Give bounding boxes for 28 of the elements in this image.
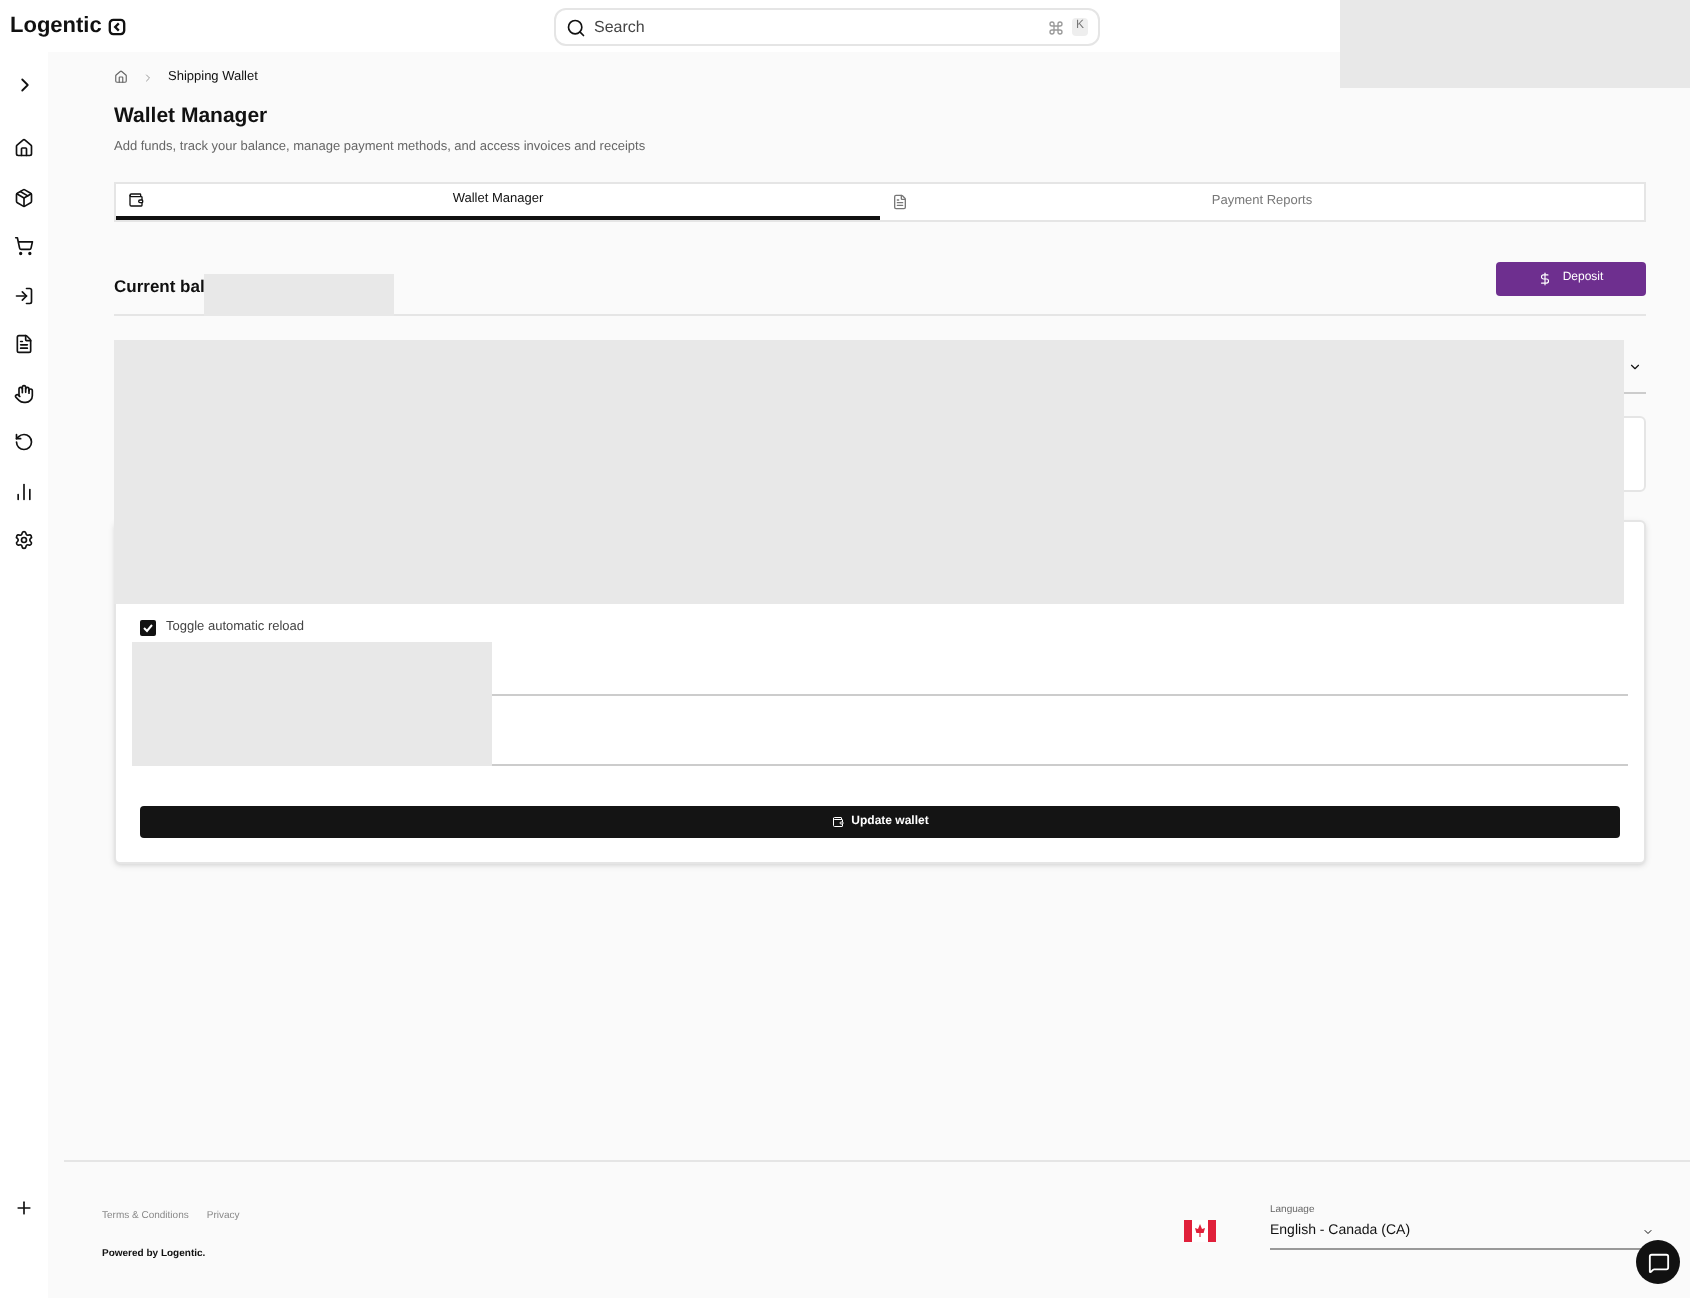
hand-icon[interactable] — [14, 383, 34, 403]
page-title: Wallet Manager — [114, 101, 270, 132]
collapse-icon — [107, 17, 126, 35]
caret-icon — [1642, 1225, 1654, 1238]
balance-label: Current bal — [114, 274, 205, 301]
flag-icon — [1184, 1220, 1216, 1242]
checkbox[interactable] — [140, 620, 156, 637]
login-icon[interactable] — [14, 285, 34, 305]
bar-chart-icon[interactable] — [14, 481, 34, 501]
breadcrumb-separator-icon — [142, 71, 154, 84]
dollar-icon — [1538, 272, 1553, 287]
document-icon[interactable] — [14, 334, 34, 354]
chat-button[interactable] — [1636, 1240, 1680, 1284]
chat-icon — [1647, 1251, 1669, 1273]
dropdown-caret-icon[interactable] — [1628, 360, 1642, 375]
add-icon[interactable] — [14, 1198, 34, 1218]
undo-icon[interactable] — [14, 432, 34, 452]
wallet-icon — [831, 816, 844, 828]
search-icon — [566, 17, 586, 37]
document-icon — [892, 194, 908, 211]
box-icon[interactable] — [14, 187, 34, 207]
search-input[interactable]: Search — [594, 15, 1040, 39]
command-key-icon — [1047, 19, 1064, 35]
settings-icon[interactable] — [14, 530, 34, 550]
cart-icon[interactable] — [14, 236, 34, 256]
logo: Logentic — [10, 11, 102, 42]
home-icon[interactable] — [14, 138, 34, 158]
wallet-icon — [128, 192, 144, 209]
